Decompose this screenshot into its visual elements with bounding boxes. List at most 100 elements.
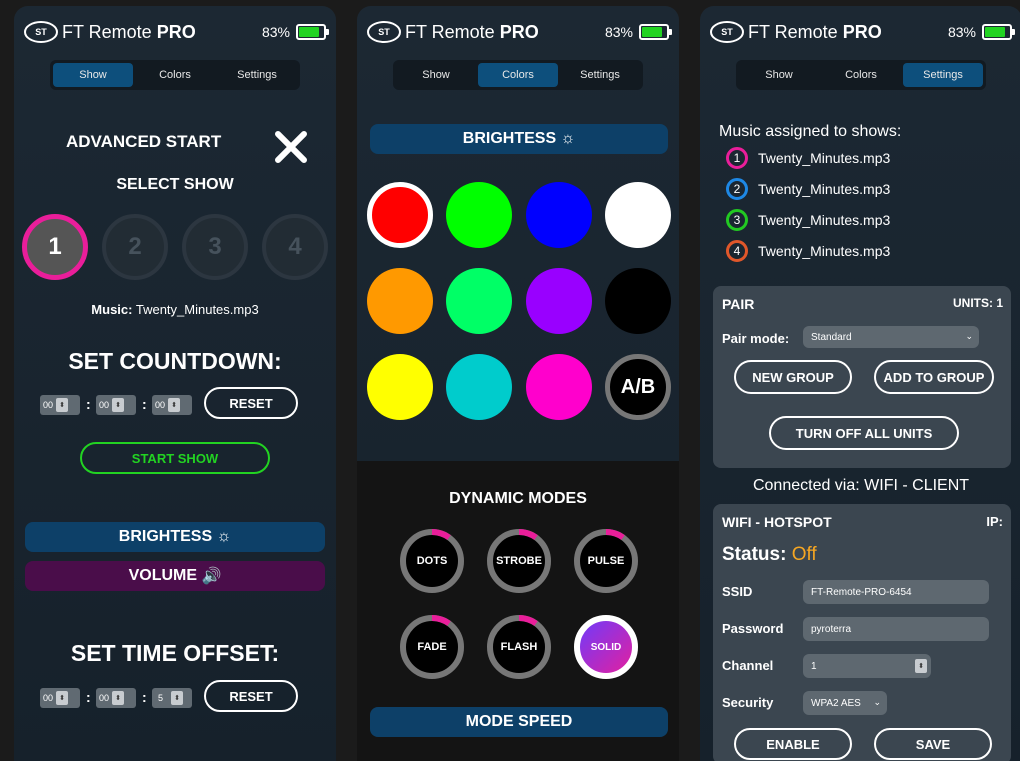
set-countdown-title: SET COUNTDOWN: bbox=[68, 348, 282, 374]
stepper-icon[interactable]: ⬍ bbox=[112, 691, 125, 705]
mode-solid-button[interactable]: SOLID bbox=[573, 614, 639, 680]
show-number-badge: 3 bbox=[726, 209, 748, 231]
color-swatch-black[interactable] bbox=[605, 268, 671, 334]
pair-mode-label: Pair mode: bbox=[722, 331, 790, 346]
tab-settings[interactable]: Settings bbox=[560, 63, 640, 87]
color-swatch-yellow[interactable] bbox=[367, 354, 433, 420]
color-swatch-white[interactable] bbox=[605, 182, 671, 248]
colors-panel: ST FT Remote PRO 83% Show Colors Setting… bbox=[357, 6, 679, 761]
dynamic-modes-title: DYNAMIC MODES bbox=[449, 490, 587, 507]
svg-text:ST: ST bbox=[35, 27, 47, 37]
mode-pulse-button[interactable]: PULSE bbox=[573, 528, 639, 594]
color-swatch-red[interactable] bbox=[367, 182, 433, 248]
stepper-icon[interactable]: ⬍ bbox=[915, 659, 927, 673]
color-swatch-purple[interactable] bbox=[526, 268, 592, 334]
turn-off-all-units-button[interactable]: TURN OFF ALL UNITS bbox=[769, 416, 959, 450]
ab-toggle-button[interactable]: A/B bbox=[605, 354, 671, 420]
app-logo-icon: ST bbox=[710, 21, 744, 43]
offset-reset-button[interactable]: RESET bbox=[204, 680, 298, 712]
new-group-button[interactable]: NEW GROUP bbox=[734, 360, 852, 394]
show-number-badge: 4 bbox=[726, 240, 748, 262]
tab-settings[interactable]: Settings bbox=[903, 63, 983, 87]
wifi-hotspot-title: WIFI - HOTSPOT bbox=[722, 514, 832, 530]
password-input[interactable]: pyroterra bbox=[803, 617, 989, 641]
stepper-icon[interactable]: ⬍ bbox=[171, 691, 184, 705]
show-number-badge: 2 bbox=[726, 178, 748, 200]
tab-colors[interactable]: Colors bbox=[478, 63, 558, 87]
units-count: UNITS: 1 bbox=[952, 296, 1003, 310]
color-swatch-blue[interactable] bbox=[526, 182, 592, 248]
tab-show[interactable]: Show bbox=[53, 63, 133, 87]
stepper-icon[interactable]: ⬍ bbox=[56, 398, 69, 412]
countdown-hours[interactable]: 00 ⬍ bbox=[40, 395, 80, 415]
start-show-button[interactable]: START SHOW bbox=[80, 442, 270, 474]
sun-icon: ☼ bbox=[560, 130, 576, 147]
show-button-2[interactable]: 2 bbox=[102, 214, 168, 280]
channel-label: Channel bbox=[722, 658, 774, 673]
app-logo-icon: ST bbox=[24, 21, 58, 43]
mode-label: PULSE bbox=[587, 555, 625, 567]
brightness-bar[interactable]: BRIGHTESS ☼ bbox=[370, 124, 668, 154]
color-swatch-spring-green[interactable] bbox=[446, 268, 512, 334]
show-button-1[interactable]: 1 bbox=[22, 214, 88, 280]
tab-bar: Show Colors Settings bbox=[393, 60, 643, 90]
tab-colors[interactable]: Colors bbox=[135, 63, 215, 87]
countdown-seconds[interactable]: 00 ⬍ bbox=[152, 395, 192, 415]
stepper-icon[interactable]: ⬍ bbox=[168, 398, 181, 412]
color-swatch-green[interactable] bbox=[446, 182, 512, 248]
pair-title: PAIR bbox=[722, 296, 755, 312]
offset-minutes[interactable]: 00 ⬍ bbox=[96, 688, 136, 708]
colon-separator: : bbox=[142, 396, 147, 412]
music-row-4: 4 Twenty_Minutes.mp3 bbox=[726, 240, 890, 262]
offset-seconds[interactable]: 5 ⬍ bbox=[152, 688, 192, 708]
save-button[interactable]: SAVE bbox=[874, 728, 992, 760]
show-button-3[interactable]: 3 bbox=[182, 214, 248, 280]
mode-flash-button[interactable]: FLASH bbox=[486, 614, 552, 680]
color-swatch-cyan[interactable] bbox=[446, 354, 512, 420]
app-header: ST FT Remote PRO 83% bbox=[367, 18, 672, 50]
svg-text:ST: ST bbox=[378, 27, 390, 37]
settings-panel: ST FT Remote PRO 83% Show Colors Setting… bbox=[700, 6, 1020, 761]
pair-card: PAIR UNITS: 1 Pair mode: Standard ⌄ NEW G… bbox=[713, 286, 1011, 468]
mode-label: SOLID bbox=[590, 641, 622, 653]
countdown-reset-button[interactable]: RESET bbox=[204, 387, 298, 419]
countdown-minutes[interactable]: 00 ⬍ bbox=[96, 395, 136, 415]
security-label: Security bbox=[722, 695, 774, 710]
enable-button[interactable]: ENABLE bbox=[734, 728, 852, 760]
stepper-icon[interactable]: ⬍ bbox=[112, 398, 125, 412]
mode-dots-button[interactable]: DOTS bbox=[399, 528, 465, 594]
mode-strobe-button[interactable]: STROBE bbox=[486, 528, 552, 594]
tab-colors[interactable]: Colors bbox=[821, 63, 901, 87]
colon-separator: : bbox=[86, 689, 91, 705]
mode-label: FADE bbox=[417, 641, 447, 653]
stepper-icon[interactable]: ⬍ bbox=[56, 691, 69, 705]
app-title: FT Remote PRO bbox=[62, 22, 196, 42]
color-swatch-magenta[interactable] bbox=[526, 354, 592, 420]
app-header: ST FT Remote PRO 83% bbox=[710, 18, 1015, 50]
status-value: Off bbox=[791, 544, 817, 565]
show-button-4[interactable]: 4 bbox=[262, 214, 328, 280]
brightness-bar[interactable]: BRIGHTESS ☼ bbox=[25, 522, 325, 552]
volume-bar[interactable]: VOLUME 🔊 bbox=[25, 561, 325, 591]
battery-icon bbox=[296, 24, 329, 40]
mode-label: FLASH bbox=[500, 641, 538, 653]
add-to-group-button[interactable]: ADD TO GROUP bbox=[874, 360, 994, 394]
color-swatch-orange[interactable] bbox=[367, 268, 433, 334]
mode-speed-bar[interactable]: MODE SPEED bbox=[370, 707, 668, 737]
pair-mode-select[interactable]: Standard ⌄ bbox=[803, 326, 979, 348]
select-show-title: SELECT SHOW bbox=[116, 176, 234, 193]
tab-settings[interactable]: Settings bbox=[217, 63, 297, 87]
wifi-hotspot-card: WIFI - HOTSPOT IP: Status: Off SSID FT-R… bbox=[713, 504, 1011, 761]
security-select[interactable]: WPA2 AES ⌄ bbox=[803, 691, 887, 715]
tab-show[interactable]: Show bbox=[739, 63, 819, 87]
music-row-1: 1 Twenty_Minutes.mp3 bbox=[726, 147, 890, 169]
mode-label: STROBE bbox=[496, 555, 542, 567]
channel-input[interactable]: 1 ⬍ bbox=[803, 654, 931, 678]
close-icon[interactable] bbox=[274, 130, 308, 164]
mode-fade-button[interactable]: FADE bbox=[399, 614, 465, 680]
offset-hours[interactable]: 00 ⬍ bbox=[40, 688, 80, 708]
music-line: Music: Twenty_Minutes.mp3 bbox=[91, 302, 259, 317]
tab-show[interactable]: Show bbox=[396, 63, 476, 87]
mode-label: DOTS bbox=[416, 555, 448, 567]
ssid-input[interactable]: FT-Remote-PRO-6454 bbox=[803, 580, 989, 604]
